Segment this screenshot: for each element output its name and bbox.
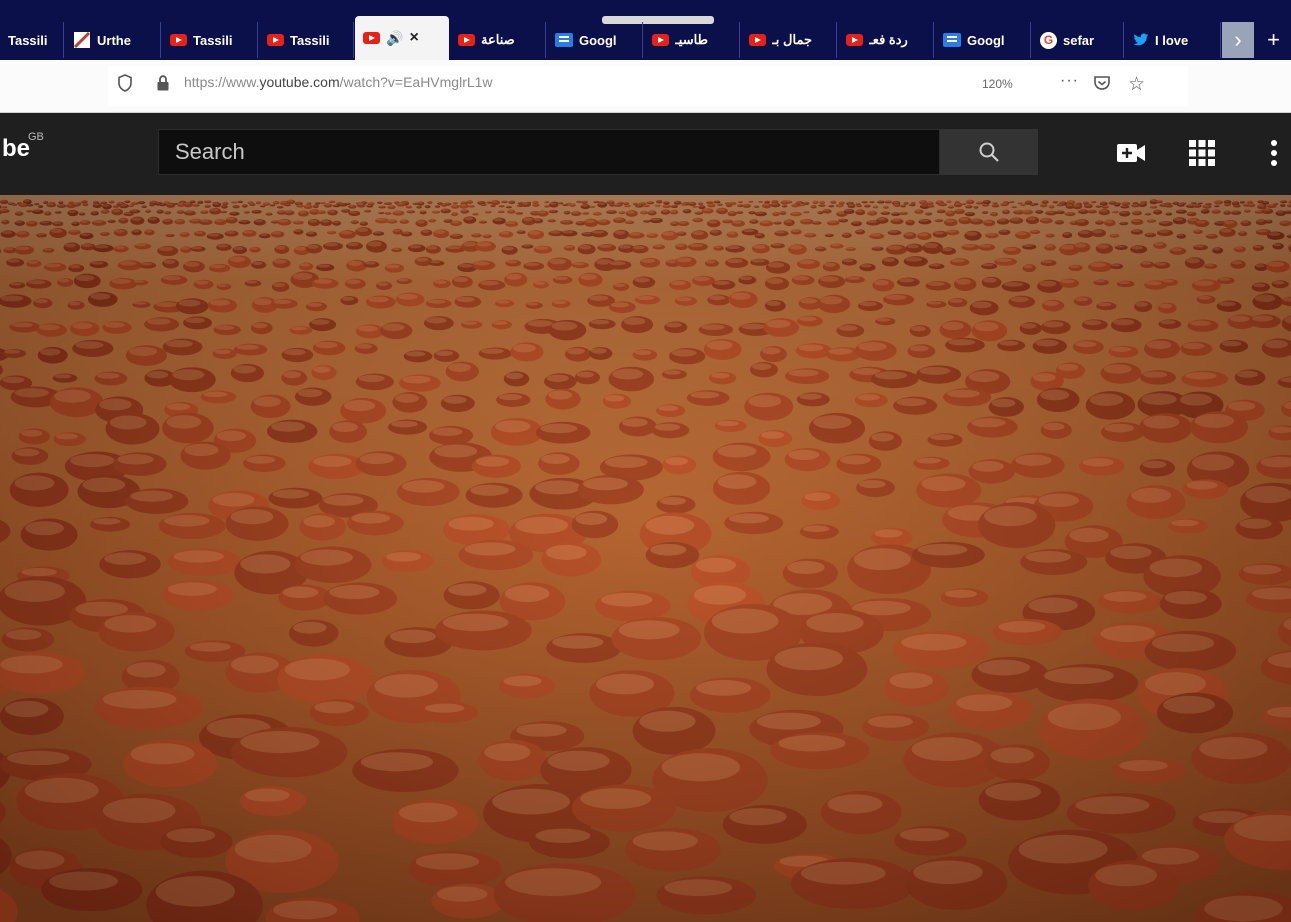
tab-google-search[interactable]: G sefar — [1032, 22, 1124, 58]
tab-tassili-1[interactable]: Tassili — [0, 22, 64, 58]
tab-label: ردة فعـ — [869, 32, 908, 47]
video-player[interactable] — [0, 195, 1291, 922]
region-code: GB — [28, 131, 44, 143]
tab-arabic-4[interactable]: ردة فعـ — [838, 22, 934, 58]
tab-label: sefar — [1063, 32, 1095, 48]
url-domain: youtube.com — [259, 74, 340, 90]
url-path: /watch?v=EaHVmglrL1w — [339, 74, 493, 90]
tab-twitter[interactable]: I love — [1125, 22, 1221, 58]
tab-label: Urthe — [97, 32, 131, 48]
tab-label: Tassili — [193, 32, 233, 48]
google-docs-icon — [555, 33, 573, 47]
tab-label: Googl — [967, 32, 1005, 48]
zoom-level[interactable]: 120% — [982, 77, 1013, 91]
url-prefix: https://www. — [184, 74, 260, 90]
tab-tassili-3[interactable]: Tassili — [259, 22, 354, 58]
tab-google-docs-2[interactable]: Googl — [935, 22, 1031, 58]
shield-icon[interactable] — [118, 74, 132, 92]
tab-label: Tassili — [8, 32, 48, 48]
bookmark-star-icon[interactable]: ☆ — [1128, 73, 1145, 96]
tab-active-youtube[interactable]: 🔊 × — [355, 16, 449, 60]
tab-label: طاسيـ — [675, 32, 708, 47]
lock-icon[interactable] — [156, 75, 170, 91]
twitter-icon — [1133, 33, 1149, 46]
tab-urthe[interactable]: Urthe — [65, 22, 161, 58]
more-options-icon[interactable] — [1268, 139, 1280, 167]
video-frame-desert-rocks — [0, 195, 1291, 922]
image-icon — [73, 31, 91, 49]
speaker-icon[interactable]: 🔊 — [386, 30, 403, 47]
page-actions-icon[interactable]: ··· — [1060, 72, 1079, 90]
tab-label: Tassili — [290, 32, 330, 48]
tab-arabic-2[interactable]: طاسيـ — [644, 22, 740, 58]
create-video-icon[interactable] — [1116, 142, 1146, 164]
youtube-icon — [846, 34, 863, 46]
google-icon: G — [1040, 31, 1057, 49]
search-button[interactable] — [940, 129, 1038, 175]
tab-overflow-button[interactable]: › — [1222, 22, 1254, 58]
tab-label: جمال بـ — [772, 32, 812, 47]
tab-tassili-2[interactable]: Tassili — [162, 22, 258, 58]
pocket-icon[interactable] — [1093, 74, 1111, 92]
new-tab-button[interactable]: + — [1256, 22, 1291, 58]
search-icon — [979, 142, 999, 162]
apps-grid-icon[interactable] — [1189, 140, 1215, 166]
youtube-icon — [652, 34, 669, 46]
tab-arabic-3[interactable]: جمال بـ — [741, 22, 837, 58]
search-input[interactable] — [158, 129, 940, 175]
tab-arabic-1[interactable]: صناعة — [450, 22, 546, 58]
tab-strip: Tassili Urthe Tassili Tassili 🔊 × صناعة … — [0, 0, 1291, 60]
youtube-icon — [749, 34, 766, 46]
youtube-icon — [458, 34, 475, 46]
google-docs-icon — [943, 33, 961, 47]
youtube-logo[interactable]: be — [2, 135, 30, 163]
tab-label: Googl — [579, 32, 617, 48]
youtube-icon — [170, 34, 187, 46]
tab-label: I love — [1155, 32, 1189, 48]
tab-google-docs-1[interactable]: Googl — [547, 22, 643, 58]
close-tab-icon[interactable]: × — [409, 29, 418, 47]
url-text[interactable]: https://www.youtube.com/watch?v=EaHVmglr… — [184, 74, 493, 90]
youtube-icon — [267, 34, 284, 46]
youtube-icon — [363, 32, 380, 44]
tab-label: صناعة — [481, 32, 515, 47]
